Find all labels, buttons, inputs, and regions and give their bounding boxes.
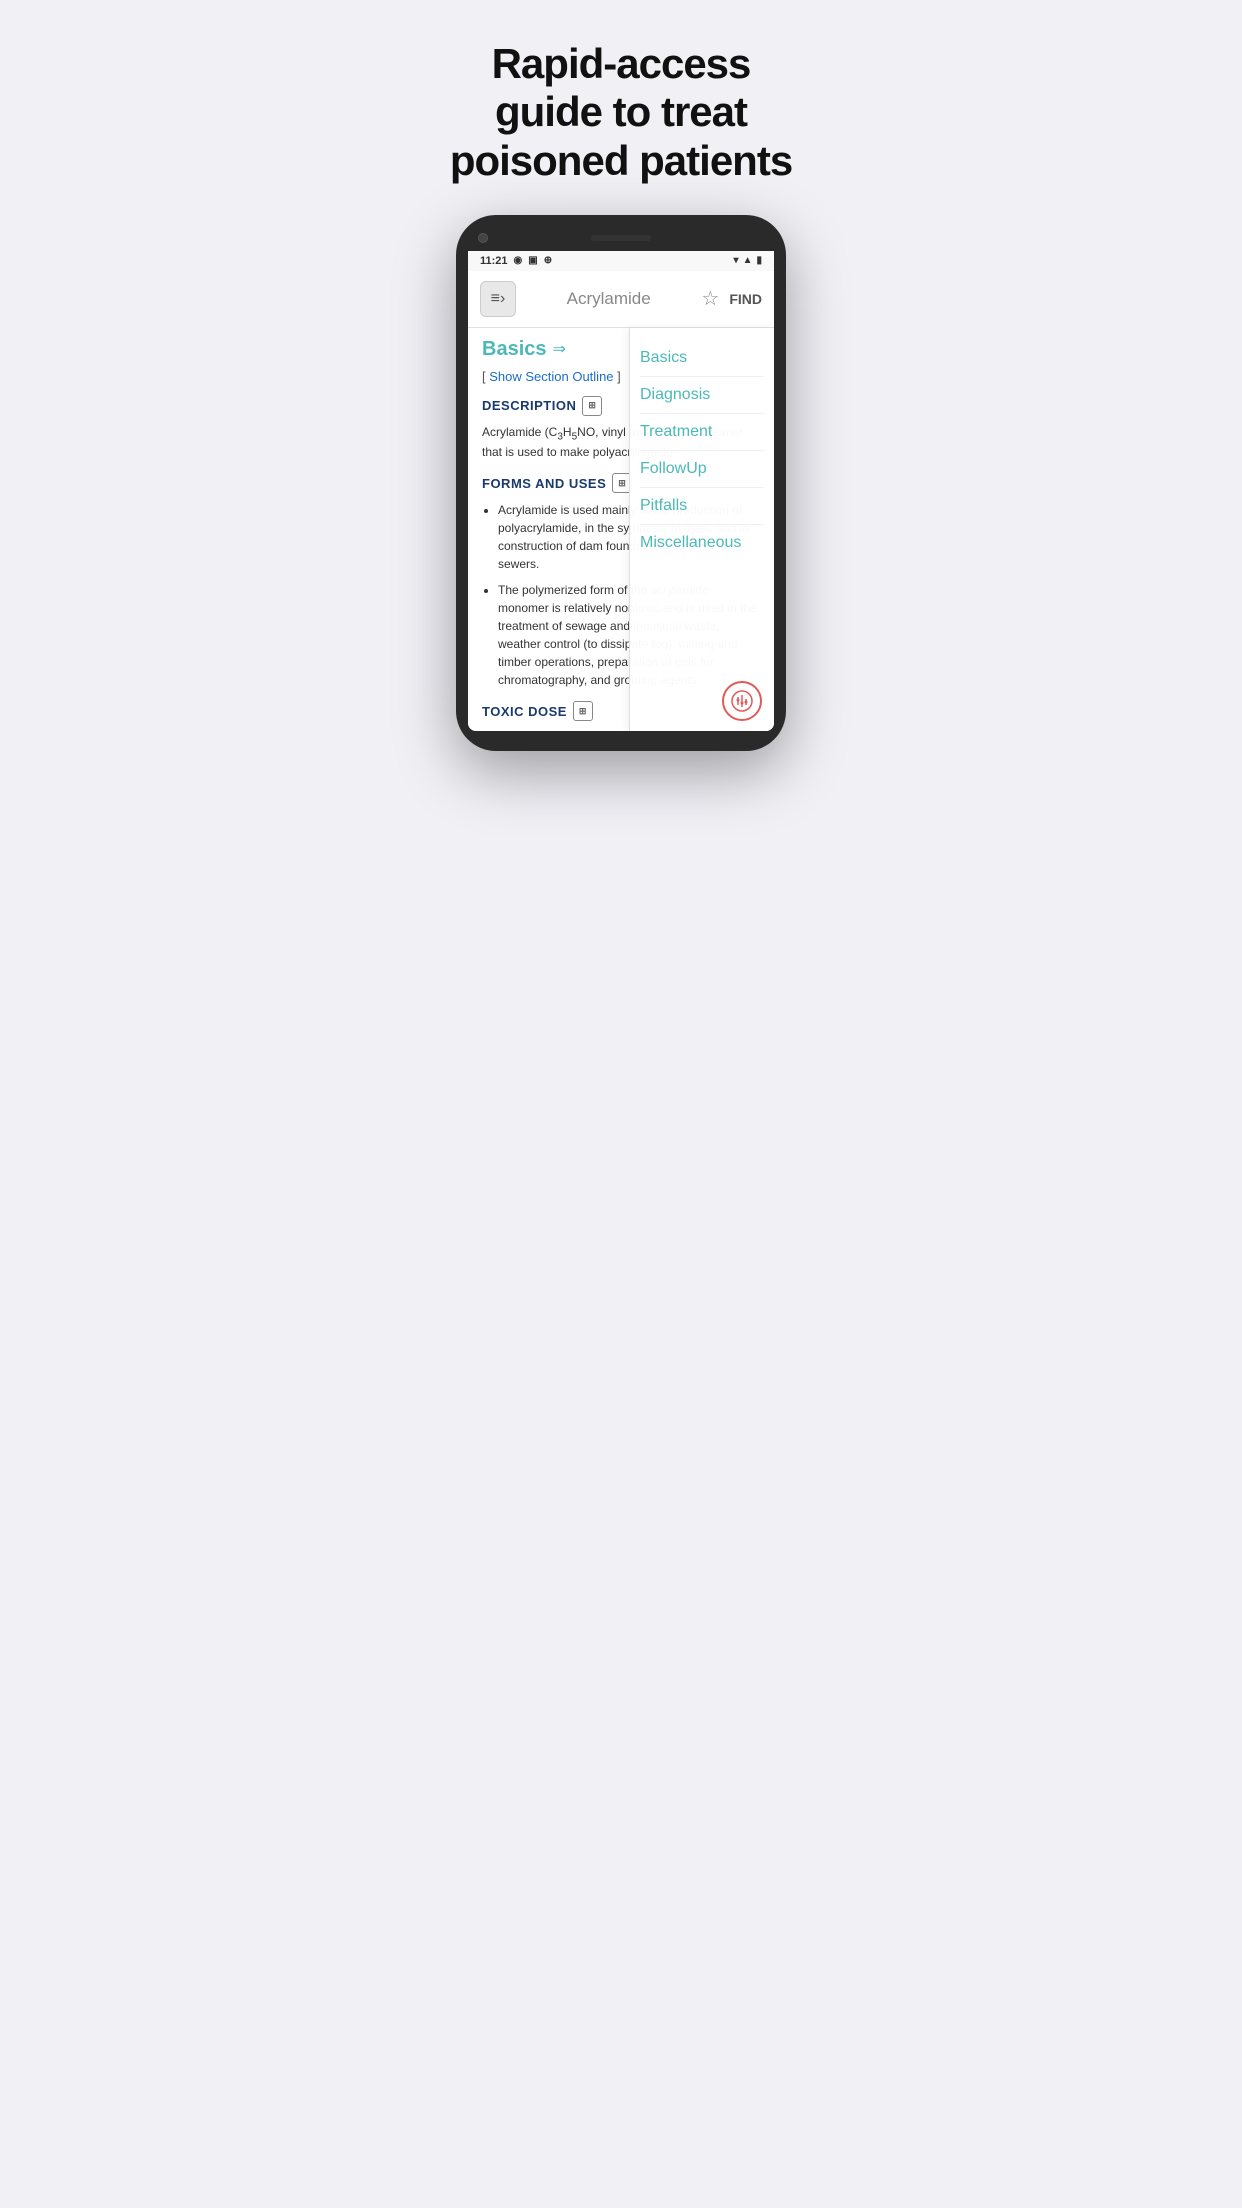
show-outline-suffix: ] — [614, 369, 621, 384]
battery-icon: ▮ — [756, 255, 762, 266]
equalizer-icon — [731, 690, 753, 712]
signal-icon: ▲ — [743, 255, 753, 266]
basics-arrow-icon: ⇒ — [553, 339, 566, 359]
nav-item-pitfalls[interactable]: Pitfalls — [640, 488, 764, 525]
sim-icon: ▣ — [528, 255, 537, 266]
wifi-icon: ▾ — [734, 255, 739, 266]
nav-item-miscellaneous[interactable]: Miscellaneous — [640, 525, 764, 561]
toxic-dose-icon[interactable]: ⊞ — [573, 701, 593, 721]
nav-item-diagnosis[interactable]: Diagnosis — [640, 377, 764, 414]
speaker — [591, 235, 651, 241]
logo-symbol: ≡› — [491, 290, 506, 308]
description-icon[interactable]: ⊞ — [582, 396, 602, 416]
description-label: DESCRIPTION — [482, 398, 576, 413]
status-bar: 11:21 ◉ ▣ ⊕ ▾ ▲ ▮ — [468, 251, 774, 271]
content-area: Basics ⇒ [ Show Section Outline ] DESCRI… — [468, 328, 774, 731]
data-icon: ⊕ — [544, 255, 552, 266]
time-display: 11:21 — [480, 255, 508, 267]
float-action-button[interactable] — [722, 681, 762, 721]
app-topbar: ≡› Acrylamide ☆ FIND — [468, 271, 774, 328]
app-topbar-actions: ☆ FIND — [701, 286, 762, 311]
nav-item-treatment[interactable]: Treatment — [640, 414, 764, 451]
page-title: Rapid-access guide to treat poisoned pat… — [434, 40, 808, 185]
page-header: Rapid-access guide to treat poisoned pat… — [414, 0, 828, 215]
toxic-dose-icon-symbol: ⊞ — [579, 706, 587, 717]
find-button[interactable]: FIND — [729, 291, 762, 307]
phone-screen: 11:21 ◉ ▣ ⊕ ▾ ▲ ▮ ≡› Acrylamide ☆ — [468, 251, 774, 731]
app-logo[interactable]: ≡› — [480, 281, 516, 317]
phone-frame: 11:21 ◉ ▣ ⊕ ▾ ▲ ▮ ≡› Acrylamide ☆ — [456, 215, 786, 751]
forms-uses-label: FORMS AND USES — [482, 476, 606, 491]
bookmark-icon[interactable]: ☆ — [701, 286, 719, 311]
forms-uses-icon-symbol: ⊞ — [618, 478, 626, 489]
description-icon-symbol: ⊞ — [588, 400, 596, 411]
camera-icon — [478, 233, 488, 243]
right-nav-panel: Basics Diagnosis Treatment FollowUp Pitf… — [629, 328, 774, 731]
status-bar-left: 11:21 ◉ ▣ ⊕ — [480, 255, 552, 267]
phone-notch — [468, 229, 774, 251]
location-icon: ◉ — [514, 255, 523, 266]
toxic-dose-label: TOXIC DOSE — [482, 704, 567, 719]
nav-item-basics[interactable]: Basics — [640, 340, 764, 377]
nav-item-followup[interactable]: FollowUp — [640, 451, 764, 488]
status-bar-right: ▾ ▲ ▮ — [734, 255, 762, 266]
sensor — [754, 233, 764, 243]
app-title: Acrylamide — [516, 289, 701, 309]
phone-wrapper: 11:21 ◉ ▣ ⊕ ▾ ▲ ▮ ≡› Acrylamide ☆ — [414, 215, 828, 781]
basics-label[interactable]: Basics — [482, 338, 547, 361]
show-section-outline-link[interactable]: Show Section Outline — [489, 369, 613, 384]
